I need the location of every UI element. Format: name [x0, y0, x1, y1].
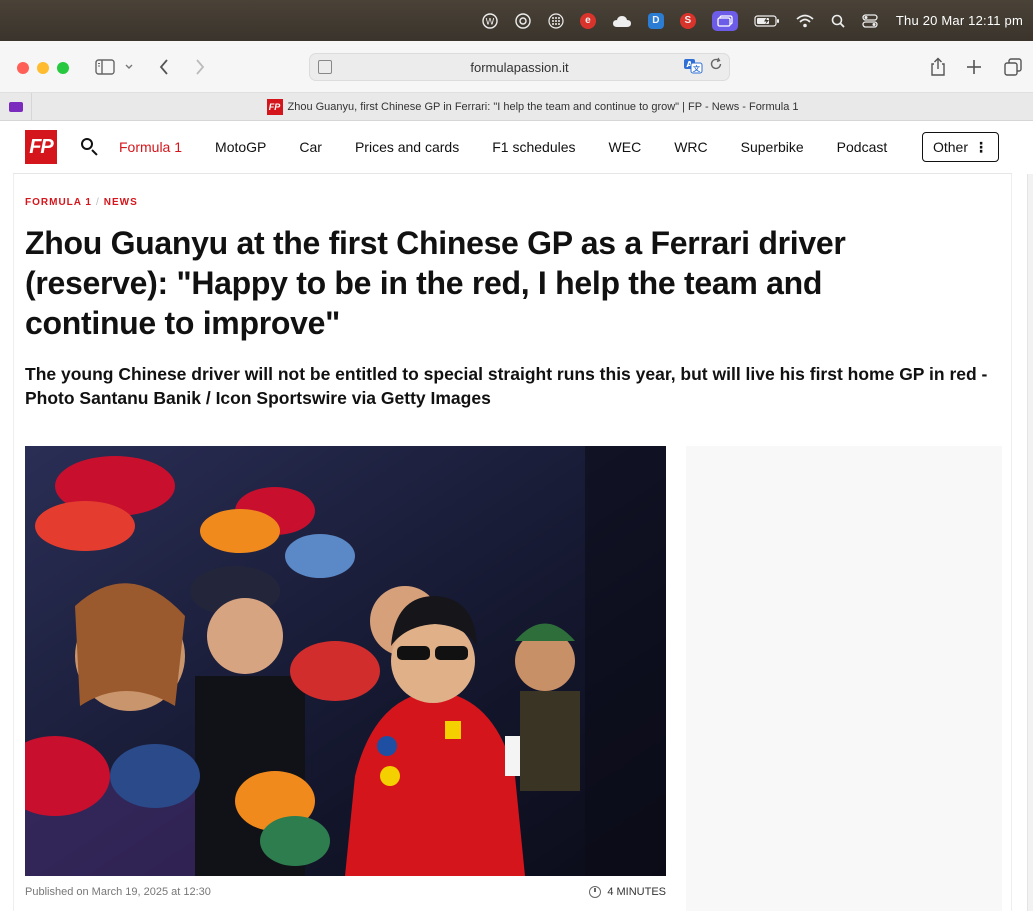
new-tab-icon[interactable] — [966, 56, 982, 78]
fp-logo[interactable]: FP — [25, 130, 57, 164]
browser-toolbar: formulapassion.it A文 — [0, 41, 1033, 93]
grid-icon[interactable] — [548, 12, 564, 30]
battery-icon[interactable] — [754, 12, 780, 30]
reload-icon[interactable] — [709, 57, 723, 74]
site-navigation: FP Formula 1 MotoGP Car Prices and cards… — [13, 121, 1012, 174]
search-icon[interactable] — [830, 12, 846, 30]
site-search-icon[interactable] — [81, 138, 99, 156]
nav-item-f1-schedules[interactable]: F1 schedules — [492, 139, 575, 155]
page-scrollbar[interactable] — [1027, 174, 1033, 911]
mail-tab[interactable] — [0, 92, 32, 121]
translate-icon[interactable]: A文 — [683, 58, 703, 77]
breadcrumb-formula-1[interactable]: FORMULA 1 — [25, 197, 92, 208]
article-meta: Published on March 19, 2025 at 12:30 4 M… — [25, 880, 666, 904]
nav-item-prices-and-cards[interactable]: Prices and cards — [355, 139, 459, 155]
menubar-clock[interactable]: Thu 20 Mar 12:11 pm — [896, 13, 1023, 28]
article-headline: Zhou Guanyu at the first Chinese GP as a… — [25, 225, 846, 341]
wordpress-icon[interactable]: W — [482, 12, 498, 30]
read-time-label: 4 MINUTES — [607, 886, 666, 898]
nav-item-podcast[interactable]: Podcast — [837, 139, 888, 155]
creative-cloud-icon[interactable] — [514, 12, 532, 30]
breadcrumb-news[interactable]: NEWS — [104, 197, 138, 208]
minimize-window-button[interactable] — [37, 62, 49, 74]
other-menu-label: Other — [932, 139, 968, 155]
svg-text:W: W — [485, 17, 494, 27]
clock-icon — [589, 886, 602, 898]
nav-item-car[interactable]: Car — [299, 139, 322, 155]
address-url: formulapassion.it — [470, 59, 569, 75]
published-date: Published on March 19, 2025 at 12:30 — [25, 886, 211, 898]
nav-item-motogp[interactable]: MotoGP — [215, 139, 266, 155]
other-menu-button[interactable]: Other ⋮ — [921, 132, 999, 162]
share-icon[interactable] — [929, 56, 947, 78]
page-icon — [318, 60, 332, 74]
back-icon[interactable] — [158, 56, 170, 78]
active-tab[interactable]: FP Zhou Guanyu, first Chinese GP in Ferr… — [32, 98, 1033, 115]
breadcrumb-separator: / — [95, 197, 100, 208]
read-time: 4 MINUTES — [589, 886, 666, 898]
fp-favicon-icon: FP — [266, 98, 283, 115]
article-subhead: The young Chinese driver will not be ent… — [25, 364, 988, 408]
e-icon[interactable]: e — [579, 12, 596, 29]
tab-bar: FP Zhou Guanyu, first Chinese GP in Ferr… — [0, 92, 1033, 121]
close-window-button[interactable] — [17, 62, 29, 74]
sidebar-toggle-icon[interactable] — [95, 56, 115, 78]
tab-overview-icon[interactable] — [1004, 56, 1022, 78]
nav-item-wrc[interactable]: WRC — [674, 139, 707, 155]
chevron-down-icon[interactable] — [124, 56, 134, 78]
zoom-window-button[interactable] — [57, 62, 69, 74]
nav-item-superbike[interactable]: Superbike — [741, 139, 804, 155]
address-bar[interactable]: formulapassion.it A文 — [309, 53, 730, 81]
d-icon[interactable]: D — [647, 12, 664, 29]
svg-text:文: 文 — [693, 64, 701, 73]
window-icon[interactable] — [711, 10, 738, 31]
wifi-icon[interactable] — [796, 12, 814, 30]
forward-icon[interactable] — [194, 56, 206, 78]
cloud-icon[interactable] — [612, 12, 632, 30]
breadcrumb: FORMULA 1/ NEWS — [25, 197, 138, 208]
hero-photo-illustration — [25, 446, 666, 876]
sidebar-ad-placeholder — [686, 446, 1002, 911]
tab-title-text: Zhou Guanyu, first Chinese GP in Ferrari… — [287, 100, 799, 113]
nav-item-wec[interactable]: WEC — [609, 139, 642, 155]
more-vertical-icon: ⋮ — [974, 139, 988, 155]
nav-item-formula-1[interactable]: Formula 1 — [119, 139, 182, 155]
mail-icon — [8, 101, 23, 112]
s-icon[interactable]: S — [679, 12, 696, 29]
macos-menu-bar: W e D S Thu 20 Mar 12:11 pm — [0, 0, 1033, 41]
article-hero-image[interactable] — [25, 446, 666, 876]
nav-items: Formula 1 MotoGP Car Prices and cards F1… — [119, 139, 920, 155]
control-center-icon[interactable] — [862, 12, 878, 30]
